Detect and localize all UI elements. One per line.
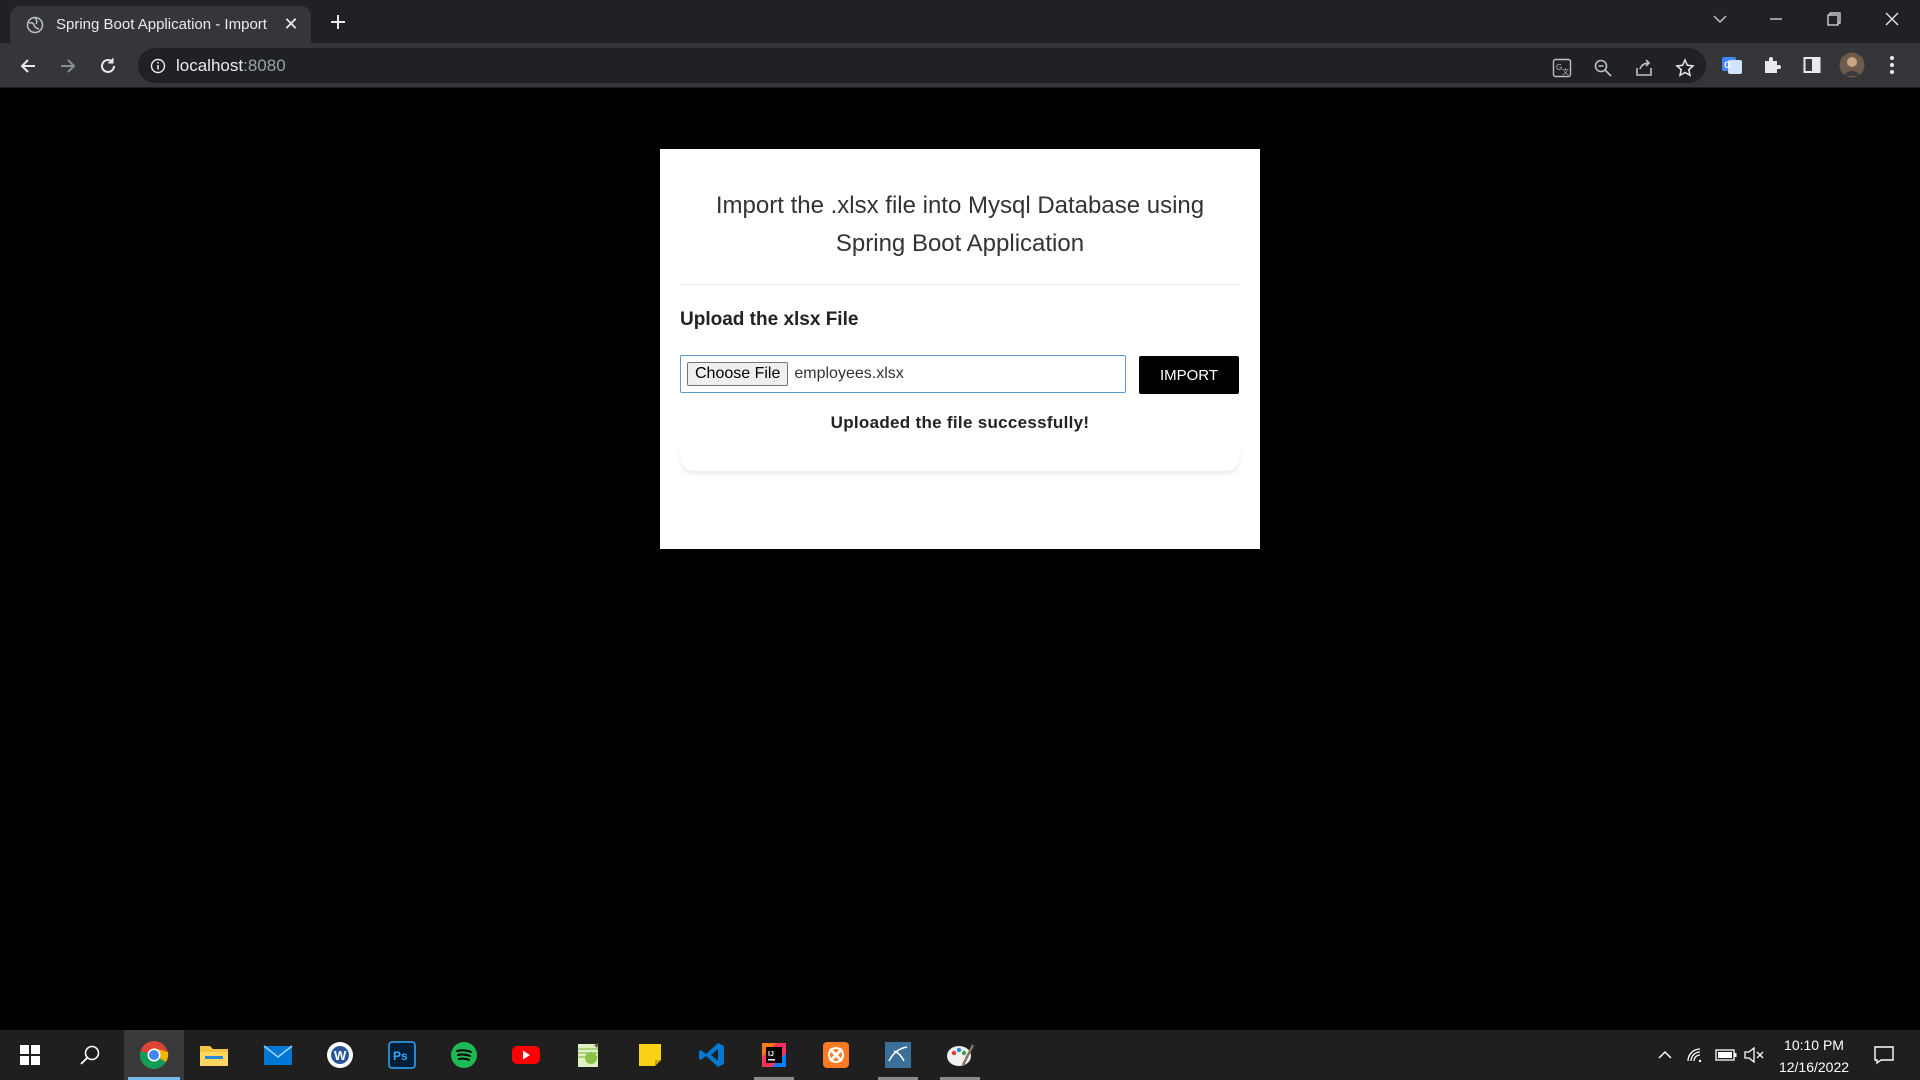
notifications-icon[interactable]: [1864, 1030, 1904, 1080]
page-title-line-2: Spring Boot Application: [835, 230, 1085, 257]
title-divider: [680, 284, 1240, 285]
word-icon[interactable]: W: [310, 1030, 370, 1080]
form-panel-shadow: [680, 449, 1240, 471]
show-hidden-icons-chevron-icon[interactable]: [1652, 1030, 1678, 1080]
google-translate-extension-icon[interactable]: G: [1718, 51, 1746, 79]
photoshop-icon[interactable]: Ps: [372, 1030, 432, 1080]
share-icon[interactable]: [1632, 56, 1656, 80]
svg-text:文: 文: [1562, 67, 1569, 76]
site-info-icon[interactable]: [150, 58, 166, 74]
browser-tab[interactable]: Spring Boot Application - Import ✕: [10, 6, 311, 43]
svg-text:W: W: [334, 1048, 347, 1063]
choose-file-button[interactable]: Choose File: [687, 362, 789, 386]
upload-status-message: Uploaded the file successfully!: [830, 413, 1090, 432]
tab-title: Spring Boot Application - Import: [56, 16, 267, 33]
close-window-icon[interactable]: [1864, 0, 1920, 37]
translate-icon[interactable]: G文: [1550, 56, 1574, 80]
minimize-icon[interactable]: [1748, 0, 1804, 37]
new-tab-icon[interactable]: [324, 8, 352, 36]
sticky-notes-icon[interactable]: [620, 1030, 680, 1080]
vscode-icon[interactable]: [682, 1030, 742, 1080]
mail-icon[interactable]: [248, 1030, 308, 1080]
chrome-icon[interactable]: [124, 1030, 184, 1080]
intellij-icon[interactable]: IJ: [744, 1030, 804, 1080]
zoom-icon[interactable]: [1591, 56, 1615, 80]
spotify-icon[interactable]: [434, 1030, 494, 1080]
file-input[interactable]: Choose File employees.xlsx: [680, 355, 1126, 393]
browser-tabstrip: Spring Boot Application - Import ✕: [0, 0, 1920, 43]
back-icon[interactable]: [12, 50, 44, 82]
notepad-plus-plus-icon[interactable]: [558, 1030, 618, 1080]
system-clock[interactable]: 10:10 PM 12/16/2022: [1764, 1034, 1864, 1078]
profile-avatar[interactable]: [1838, 51, 1866, 79]
tab-search-icon[interactable]: [1692, 0, 1748, 37]
file-explorer-icon[interactable]: [184, 1030, 244, 1080]
clock-date: 12/16/2022: [1778, 1059, 1850, 1075]
battery-icon[interactable]: [1712, 1030, 1740, 1080]
address-bar[interactable]: localhost:8080 G文: [138, 48, 1706, 83]
url-port: :8080: [243, 55, 286, 75]
bookmark-star-icon[interactable]: [1673, 56, 1697, 80]
youtube-icon[interactable]: [496, 1030, 556, 1080]
page-title: Import the .xlsx file into Mysql Databas…: [680, 187, 1240, 263]
page-title-line-1: Import the .xlsx file into Mysql Databas…: [715, 192, 1205, 219]
forward-icon[interactable]: [52, 50, 84, 82]
extensions-puzzle-icon[interactable]: [1758, 51, 1786, 79]
clock-time: 10:10 PM: [1784, 1037, 1844, 1053]
wifi-icon[interactable]: [1682, 1030, 1710, 1080]
globe-icon: [26, 16, 44, 34]
upload-label: Upload the xlsx File: [680, 309, 859, 330]
svg-text:G: G: [1724, 60, 1731, 70]
svg-text:IJ: IJ: [768, 1051, 774, 1058]
paint-icon[interactable]: [930, 1030, 990, 1080]
selected-file-name: employees.xlsx: [794, 365, 904, 382]
windows-start-icon[interactable]: [0, 1030, 60, 1080]
url-host: localhost: [176, 55, 244, 75]
tab-close-icon[interactable]: ✕: [281, 14, 301, 35]
reload-icon[interactable]: [92, 50, 124, 82]
upload-card: Import the .xlsx file into Mysql Databas…: [660, 149, 1260, 549]
browser-toolbar: localhost:8080 G文 G: [0, 43, 1920, 88]
restore-icon[interactable]: [1806, 0, 1862, 37]
side-panel-icon[interactable]: [1798, 51, 1826, 79]
xampp-icon[interactable]: [806, 1030, 866, 1080]
menu-kebab-icon[interactable]: [1878, 51, 1906, 79]
svg-text:Ps: Ps: [393, 1049, 408, 1063]
import-button[interactable]: IMPORT: [1139, 356, 1239, 394]
windows-taskbar: W Ps IJ 10:10 PM 12/16/2022: [0, 1030, 1920, 1080]
search-icon[interactable]: [60, 1030, 120, 1080]
mysql-workbench-icon[interactable]: [868, 1030, 928, 1080]
